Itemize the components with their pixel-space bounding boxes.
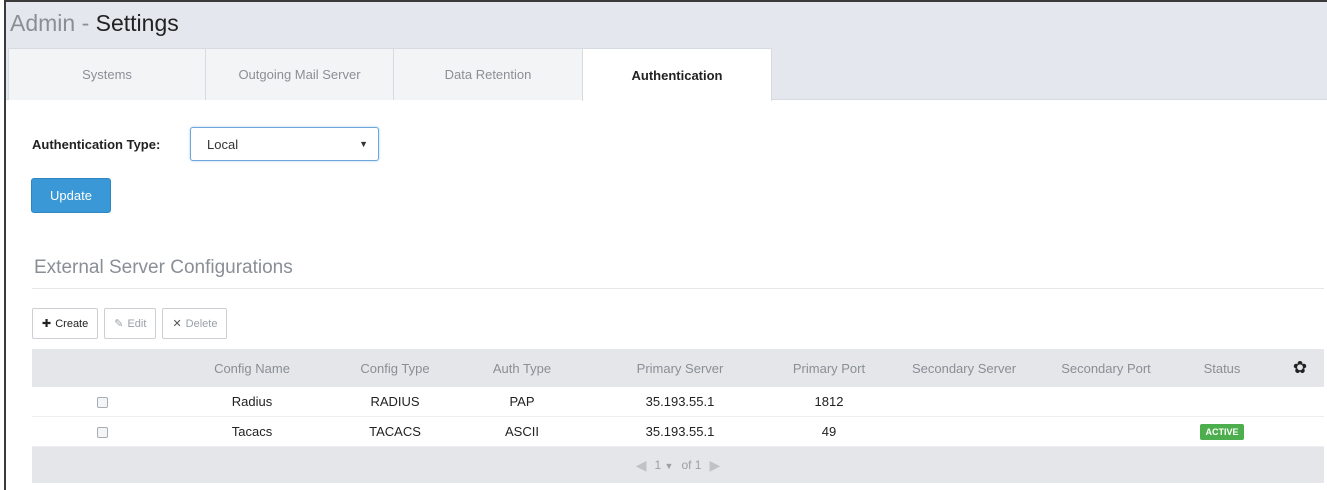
cell-primary-server: 35.193.55.1 xyxy=(645,424,715,439)
create-button[interactable]: ✚ Create xyxy=(32,308,99,339)
tab-systems[interactable]: Systems xyxy=(8,48,206,100)
plus-icon: ✚ xyxy=(42,318,52,330)
section-divider xyxy=(32,288,1324,289)
authentication-type-value: Local xyxy=(207,136,239,152)
cell-status: ACTIVE xyxy=(1168,423,1276,440)
authentication-type-row: Authentication Type: Local ▼ xyxy=(32,127,379,161)
cell-primary-server: 35.193.55.1 xyxy=(645,394,715,409)
page-caret: ▼ xyxy=(664,461,674,471)
next-page-icon[interactable]: ▶ xyxy=(709,457,720,474)
row-select-cell xyxy=(32,394,172,409)
table-row[interactable]: Tacacs TACACS ASCII 35.193.55.1 49 ACTIV… xyxy=(32,417,1324,447)
cell-config-name: Radius xyxy=(231,394,273,409)
tab-authentication[interactable]: Authentication xyxy=(582,48,772,101)
row-checkbox[interactable] xyxy=(96,427,108,439)
settings-window: Admin - Settings Systems Outgoing Mail S… xyxy=(4,0,1327,490)
page-total: of 1 xyxy=(681,458,702,472)
authentication-type-select[interactable]: Local ▼ xyxy=(190,127,379,161)
header-secondary-server[interactable]: Secondary Server xyxy=(884,361,1044,376)
settings-tabs: Systems Outgoing Mail Server Data Retent… xyxy=(6,48,1327,101)
cell-config-name: Tacacs xyxy=(231,424,273,439)
column-settings: ✿ xyxy=(1276,358,1324,378)
pencil-icon: ✎ xyxy=(114,318,124,330)
page-number: 1 xyxy=(654,458,662,472)
create-label: Create xyxy=(55,317,89,330)
table-row[interactable]: Radius RADIUS PAP 35.193.55.1 1812 xyxy=(32,387,1324,417)
section-title: External Server Configurations xyxy=(34,257,293,278)
header-primary-server[interactable]: Primary Server xyxy=(586,361,774,376)
status-badge: ACTIVE xyxy=(1200,424,1244,440)
chevron-down-icon: ▼ xyxy=(359,139,368,149)
tab-data-retention[interactable]: Data Retention xyxy=(393,48,583,100)
row-select-cell xyxy=(32,424,172,439)
delete-button[interactable]: ✕ Delete xyxy=(162,308,228,339)
cell-auth-type: ASCII xyxy=(505,424,539,439)
header-primary-port[interactable]: Primary Port xyxy=(774,361,884,376)
header-config-name[interactable]: Config Name xyxy=(172,361,332,376)
edit-label: Edit xyxy=(127,317,147,330)
page-select[interactable]: 1 ▼ xyxy=(655,458,674,472)
cell-config-type: TACACS xyxy=(369,424,421,439)
update-button[interactable]: Update xyxy=(31,178,111,213)
delete-label: Delete xyxy=(185,317,218,330)
authentication-type-label: Authentication Type: xyxy=(32,136,161,152)
page-title: Admin - Settings xyxy=(6,2,1327,48)
cell-primary-port: 1812 xyxy=(814,394,844,409)
x-icon: ✕ xyxy=(172,318,182,330)
external-server-table: Config Name Config Type Auth Type Primar… xyxy=(32,349,1324,483)
gear-icon[interactable]: ✿ xyxy=(1293,358,1307,377)
cell-primary-port: 49 xyxy=(821,424,837,439)
title-prefix: Admin - xyxy=(10,10,96,36)
header-config-type[interactable]: Config Type xyxy=(332,361,458,376)
pagination: ◀ 1 ▼ of 1 ▶ xyxy=(32,447,1324,483)
prev-page-icon[interactable]: ◀ xyxy=(636,457,647,474)
table-header: Config Name Config Type Auth Type Primar… xyxy=(32,349,1324,387)
row-checkbox[interactable] xyxy=(96,397,108,409)
edit-button[interactable]: ✎ Edit xyxy=(104,308,157,339)
cell-config-type: RADIUS xyxy=(370,394,420,409)
header-secondary-port[interactable]: Secondary Port xyxy=(1044,361,1168,376)
header-status[interactable]: Status xyxy=(1168,361,1276,376)
header-auth-type[interactable]: Auth Type xyxy=(458,361,586,376)
cell-auth-type: PAP xyxy=(509,394,535,409)
config-toolbar: ✚ Create ✎ Edit ✕ Delete xyxy=(32,308,228,339)
title-main: Settings xyxy=(95,10,179,36)
tab-outgoing-mail-server[interactable]: Outgoing Mail Server xyxy=(205,48,394,100)
